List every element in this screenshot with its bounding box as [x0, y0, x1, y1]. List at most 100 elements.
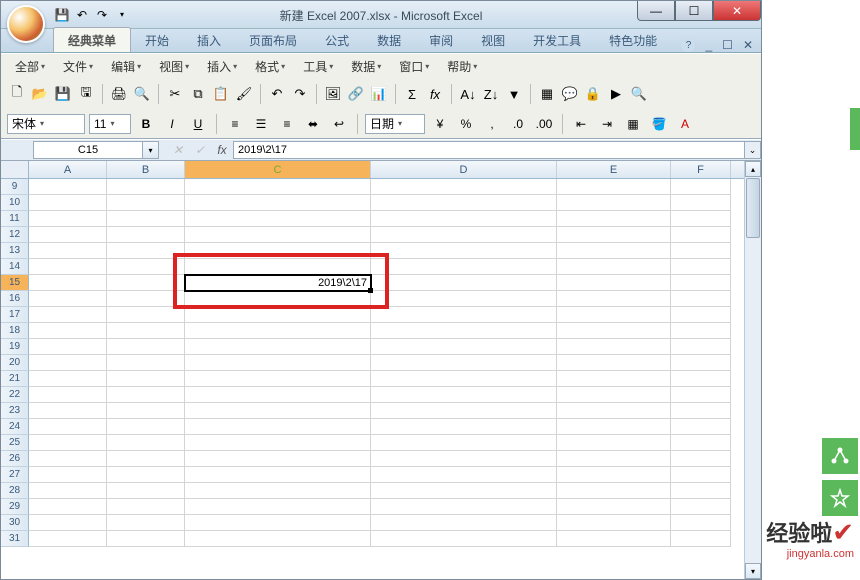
col-header-B[interactable]: B [107, 161, 185, 178]
cell-D9[interactable] [371, 179, 557, 195]
font-color-icon[interactable]: A [674, 114, 696, 134]
cell-A10[interactable] [29, 195, 107, 211]
doc-minimize-button[interactable]: _ [705, 38, 712, 52]
cell-B16[interactable] [107, 291, 185, 307]
menu-format[interactable]: 格式▾ [247, 55, 293, 78]
cell-E12[interactable] [557, 227, 671, 243]
cell-B19[interactable] [107, 339, 185, 355]
cell-D31[interactable] [371, 531, 557, 547]
cell-E24[interactable] [557, 419, 671, 435]
row-header-14[interactable]: 14 [1, 259, 29, 275]
cell-F30[interactable] [671, 515, 731, 531]
cell-C13[interactable] [185, 243, 371, 259]
cell-E18[interactable] [557, 323, 671, 339]
cell-A19[interactable] [29, 339, 107, 355]
undo-icon[interactable]: ↶ [267, 84, 287, 104]
print-preview-icon[interactable]: 🔍 [132, 84, 152, 104]
menu-view[interactable]: 视图▾ [151, 55, 197, 78]
cell-F11[interactable] [671, 211, 731, 227]
cell-C10[interactable] [185, 195, 371, 211]
fill-color-icon[interactable]: 🪣 [648, 114, 670, 134]
menu-insert[interactable]: 插入▾ [199, 55, 245, 78]
merge-icon[interactable]: ⬌ [302, 114, 324, 134]
formula-expand-icon[interactable]: ⌄ [745, 141, 761, 159]
underline-button[interactable]: U [187, 114, 209, 134]
cell-E16[interactable] [557, 291, 671, 307]
cell-A16[interactable] [29, 291, 107, 307]
menu-file[interactable]: 文件▾ [55, 55, 101, 78]
undo-icon[interactable]: ↶ [73, 6, 91, 24]
cell-B20[interactable] [107, 355, 185, 371]
cell-D24[interactable] [371, 419, 557, 435]
scroll-thumb[interactable] [746, 178, 760, 238]
autosum-icon[interactable]: Σ [402, 84, 422, 104]
cell-C29[interactable] [185, 499, 371, 515]
cell-A15[interactable] [29, 275, 107, 291]
cell-E29[interactable] [557, 499, 671, 515]
print-icon[interactable]: 🖨 [109, 84, 129, 104]
cell-A20[interactable] [29, 355, 107, 371]
macro-icon[interactable]: ▶ [606, 84, 626, 104]
row-header-9[interactable]: 9 [1, 179, 29, 195]
indent-dec-icon[interactable]: ⇤ [570, 114, 592, 134]
italic-button[interactable]: I [161, 114, 183, 134]
name-box[interactable]: C15 [33, 141, 143, 159]
cell-A21[interactable] [29, 371, 107, 387]
cell-F28[interactable] [671, 483, 731, 499]
cell-F26[interactable] [671, 451, 731, 467]
cell-F18[interactable] [671, 323, 731, 339]
cell-A25[interactable] [29, 435, 107, 451]
menu-help[interactable]: 帮助▾ [439, 55, 485, 78]
table-icon[interactable]: ▦ [537, 84, 557, 104]
bold-button[interactable]: B [135, 114, 157, 134]
cell-E9[interactable] [557, 179, 671, 195]
cell-F17[interactable] [671, 307, 731, 323]
qat-dropdown-icon[interactable]: ▾ [113, 6, 131, 24]
row-header-20[interactable]: 20 [1, 355, 29, 371]
cell-D23[interactable] [371, 403, 557, 419]
cell-C19[interactable] [185, 339, 371, 355]
cell-B21[interactable] [107, 371, 185, 387]
fx-icon[interactable]: fx [425, 84, 445, 104]
office-button[interactable] [7, 5, 45, 43]
cell-E22[interactable] [557, 387, 671, 403]
cell-F14[interactable] [671, 259, 731, 275]
cell-E15[interactable] [557, 275, 671, 291]
new-icon[interactable]: 🗋 [7, 84, 27, 104]
row-header-12[interactable]: 12 [1, 227, 29, 243]
cell-F31[interactable] [671, 531, 731, 547]
formula-bar[interactable]: 2019\2\17 [233, 141, 745, 159]
name-box-dropdown[interactable]: ▾ [143, 141, 159, 159]
hyperlink-icon[interactable]: 🔗 [346, 84, 366, 104]
scroll-down-icon[interactable]: ▾ [745, 563, 761, 579]
cell-E27[interactable] [557, 467, 671, 483]
cell-A9[interactable] [29, 179, 107, 195]
save-icon[interactable]: 💾 [53, 84, 73, 104]
cell-C28[interactable] [185, 483, 371, 499]
cell-D27[interactable] [371, 467, 557, 483]
cell-C17[interactable] [185, 307, 371, 323]
doc-close-button[interactable]: ✕ [743, 38, 753, 52]
cell-B27[interactable] [107, 467, 185, 483]
cell-C11[interactable] [185, 211, 371, 227]
tab-view[interactable]: 视图 [467, 28, 519, 52]
cell-F16[interactable] [671, 291, 731, 307]
row-header-26[interactable]: 26 [1, 451, 29, 467]
cell-F20[interactable] [671, 355, 731, 371]
insert-function-icon[interactable]: fx [211, 143, 233, 157]
redo-icon[interactable]: ↷ [93, 6, 111, 24]
cell-D18[interactable] [371, 323, 557, 339]
cell-E17[interactable] [557, 307, 671, 323]
cell-E28[interactable] [557, 483, 671, 499]
menu-data[interactable]: 数据▾ [343, 55, 389, 78]
redo-icon[interactable]: ↷ [290, 84, 310, 104]
cell-B18[interactable] [107, 323, 185, 339]
cell-A27[interactable] [29, 467, 107, 483]
cell-C15[interactable]: 2019\2\17 [185, 275, 371, 291]
maximize-button[interactable]: ☐ [675, 1, 713, 21]
cell-B12[interactable] [107, 227, 185, 243]
cell-A12[interactable] [29, 227, 107, 243]
tab-page-layout[interactable]: 页面布局 [235, 28, 311, 52]
comment-icon[interactable]: 💬 [560, 84, 580, 104]
borders-icon[interactable]: ▦ [622, 114, 644, 134]
